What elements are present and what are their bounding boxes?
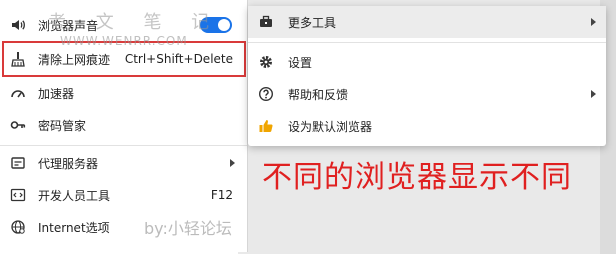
speedometer-icon: [9, 84, 27, 102]
menu-divider: [0, 145, 247, 146]
proxy-server-icon: [9, 154, 27, 172]
menu-item-label: Internet选项: [38, 220, 110, 235]
watermark-credit: by:小轻论坛: [144, 219, 232, 238]
right-context-menu: 更多工具 设置 帮助和反馈 设为默认浏览器: [248, 6, 606, 146]
chevron-right-icon: [591, 18, 596, 26]
annotation-text: 不同的浏览器显示不同: [262, 160, 572, 195]
watermark-title: 考 文 笔 记: [48, 12, 222, 33]
chevron-right-icon: [230, 159, 235, 167]
menu-divider: [248, 42, 606, 43]
code-icon: [9, 186, 27, 204]
key-icon: [9, 116, 27, 134]
menu-item-proxy-server[interactable]: 代理服务器: [0, 147, 247, 179]
menu-item-settings[interactable]: 设置: [248, 46, 606, 78]
chevron-right-icon: [591, 90, 596, 98]
menu-item-password-manager[interactable]: 密码管家: [0, 109, 247, 141]
help-icon: [257, 85, 275, 103]
menu-item-label: 密码管家: [38, 118, 87, 133]
globe-icon: [9, 218, 27, 236]
menu-item-label: 加速器: [38, 86, 75, 101]
menu-item-label: 代理服务器: [38, 156, 99, 171]
thumbs-up-icon: [257, 117, 275, 135]
menu-item-developer-tools[interactable]: 开发人员工具 F12: [0, 179, 247, 211]
watermark-url: WWW.WENRR.COM: [60, 34, 188, 48]
menu-item-label: 设为默认浏览器: [288, 119, 373, 134]
menu-item-label: 帮助和反馈: [288, 87, 349, 102]
shortcut-label: F12: [210, 188, 233, 202]
menu-item-accelerator[interactable]: 加速器: [0, 77, 247, 109]
menu-item-label: 设置: [288, 55, 313, 70]
menu-item-more-tools[interactable]: 更多工具: [248, 6, 606, 38]
gear-icon: [257, 53, 275, 71]
speaker-icon: [9, 16, 27, 34]
menu-item-label: 更多工具: [288, 15, 337, 30]
menu-item-set-default-browser[interactable]: 设为默认浏览器: [248, 110, 606, 142]
menu-item-help-feedback[interactable]: 帮助和反馈: [248, 78, 606, 110]
menu-item-label: 开发人员工具: [38, 188, 111, 203]
left-context-menu: 浏览器声音 清除上网痕迹 Ctrl+Shift+Delete 加速器 密码管家 …: [0, 0, 248, 252]
toolbox-icon: [257, 13, 275, 31]
